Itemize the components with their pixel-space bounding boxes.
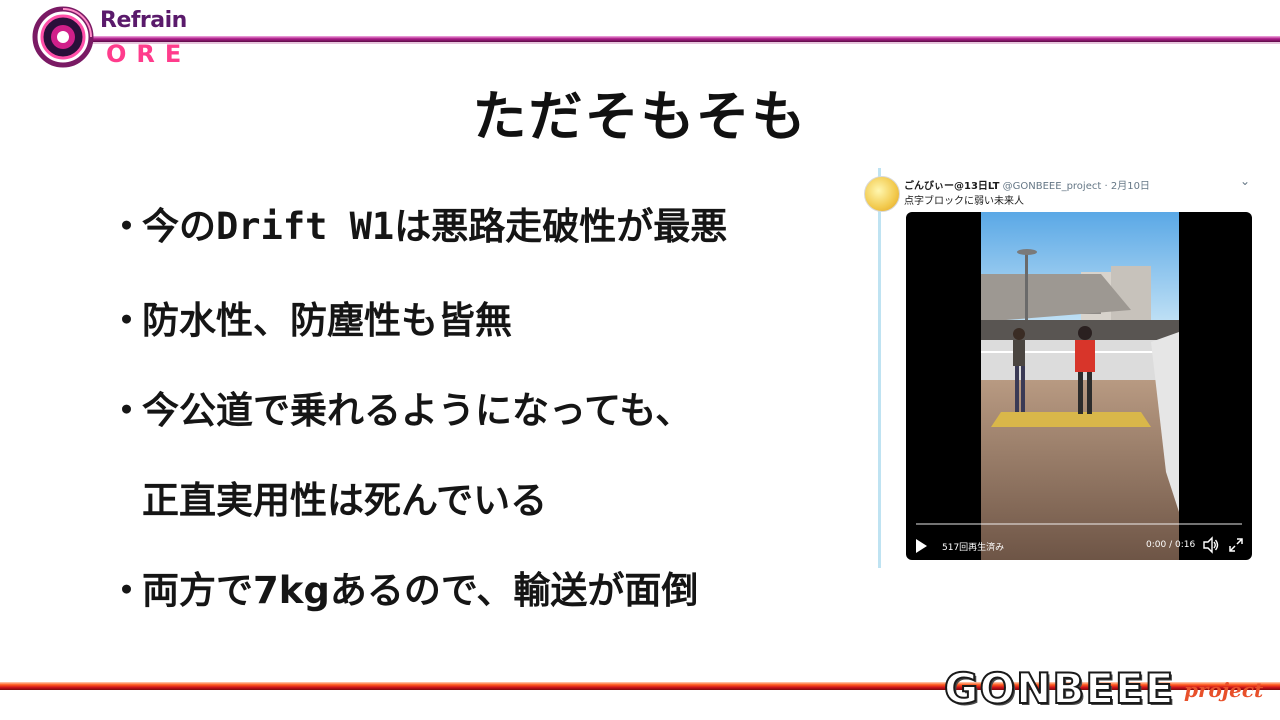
logo-core-text: ORE bbox=[106, 40, 192, 68]
bullet-marker: ・ bbox=[108, 205, 145, 248]
bullet-text-prefix: 今の bbox=[142, 205, 216, 248]
bullet-text: 今公道で乗れるようになっても、 bbox=[142, 389, 693, 432]
bullet-text: 両方で7kgあるので、輸送が面倒 bbox=[142, 569, 699, 612]
tweet-separator: · bbox=[1104, 181, 1108, 192]
avatar[interactable] bbox=[864, 176, 900, 212]
fullscreen-icon[interactable] bbox=[1228, 537, 1244, 553]
logo-ring-emblem bbox=[32, 6, 94, 68]
gonbeee-logo-text: GONBEEE bbox=[943, 663, 1175, 714]
gonbeee-project-logo: GONBEEE project bbox=[943, 662, 1274, 718]
bullet-marker: ・ bbox=[108, 299, 145, 342]
bullet-text: 防水性、防塵性も皆無 bbox=[142, 299, 512, 342]
bullet-item-waterproof: ・防水性、防塵性も皆無 bbox=[108, 290, 512, 344]
bullet-item-terrain: ・今のDrift W1は悪路走破性が最悪 bbox=[108, 196, 727, 250]
video-time: 0:00 / 0:16 bbox=[1146, 540, 1196, 550]
bullet-continuation: 正直実用性は死んでいる bbox=[142, 479, 548, 522]
logo-refrain-text: Refrain bbox=[100, 8, 187, 33]
play-icon[interactable] bbox=[916, 539, 927, 553]
embedded-tweet[interactable]: ごんびぃー@13日LT @GONBEEE_project · 2月10日 ⌄ 点… bbox=[862, 166, 1262, 576]
refrain-core-logo: Refrain ORE bbox=[32, 6, 192, 72]
tweet-header: ごんびぃー@13日LT @GONBEEE_project · 2月10日 bbox=[904, 177, 1150, 192]
project-logo-text: project bbox=[1184, 678, 1264, 702]
slide-title: ただそもそも bbox=[472, 85, 808, 148]
bullet-marker: ・ bbox=[108, 389, 145, 432]
tweet-text: 点字ブロックに弱い未来人 bbox=[904, 196, 1024, 207]
bullet-item-public-road: ・今公道で乗れるようになっても、 bbox=[108, 380, 692, 434]
volume-icon[interactable] bbox=[1202, 536, 1220, 554]
video-frame[interactable] bbox=[981, 212, 1179, 560]
bullet-text-suffix: は悪路走破性が最悪 bbox=[394, 205, 728, 248]
bullet-text-product: Drift W1 bbox=[216, 205, 395, 248]
bullet-item-weight: ・両方で7kgあるので、輸送が面倒 bbox=[108, 560, 698, 614]
tweet-date[interactable]: 2月10日 bbox=[1111, 181, 1150, 192]
tweet-display-name[interactable]: ごんびぃー@13日LT bbox=[904, 181, 999, 192]
chevron-down-icon[interactable]: ⌄ bbox=[1240, 174, 1250, 188]
video-player[interactable]: 517回再生済み 0:00 / 0:16 bbox=[906, 212, 1252, 560]
tweet-thread-line bbox=[878, 168, 881, 568]
video-progress-bar[interactable] bbox=[916, 523, 1242, 525]
bullet-marker: ・ bbox=[108, 569, 145, 612]
tweet-handle[interactable]: @GONBEEE_project bbox=[1003, 181, 1102, 192]
video-view-count: 517回再生済み bbox=[942, 543, 1005, 553]
video-scene-image bbox=[981, 212, 1179, 560]
top-accent-stripe bbox=[90, 36, 1280, 44]
